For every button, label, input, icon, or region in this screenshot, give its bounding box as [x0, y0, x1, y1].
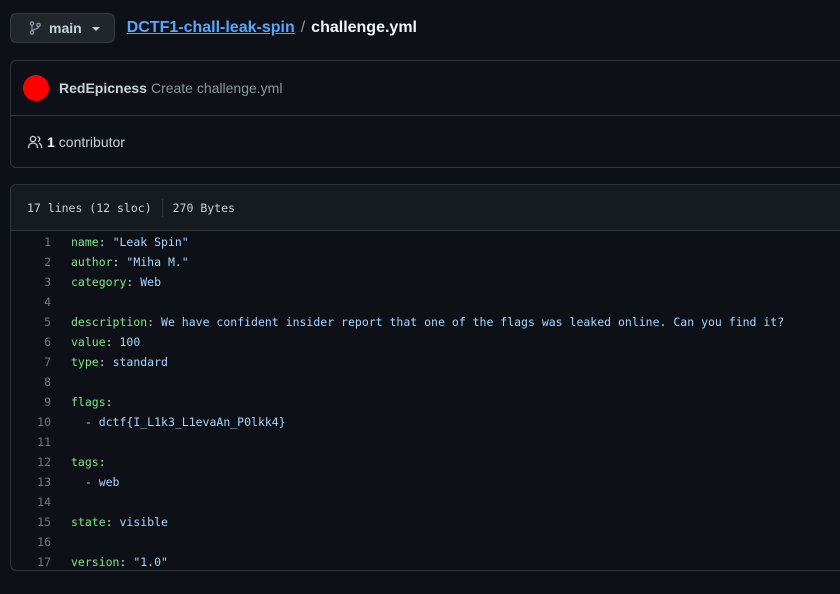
yaml-separator: : — [147, 315, 162, 329]
file-line-count: 17 lines (12 sloc) — [27, 200, 152, 215]
yaml-separator: : — [98, 455, 106, 469]
yaml-value: dctf{I_L1k3_L1evaAn_P0lkk4} — [98, 415, 286, 429]
code-line: 8 — [11, 372, 840, 392]
line-number[interactable]: 10 — [11, 415, 71, 429]
commit-info-box: RedEpicness Create challenge.yml 1 contr… — [10, 60, 840, 168]
line-number[interactable]: 13 — [11, 475, 71, 489]
yaml-key: name — [71, 235, 99, 249]
line-number[interactable]: 16 — [11, 535, 71, 549]
people-icon — [27, 135, 43, 149]
branch-label: main — [49, 20, 82, 36]
code-line: 6 value: 100 — [11, 332, 840, 352]
contributors-row[interactable]: 1 contributor — [11, 116, 840, 168]
code-line: 7 type: standard — [11, 352, 840, 372]
line-number[interactable]: 7 — [11, 355, 71, 369]
line-number[interactable]: 15 — [11, 515, 71, 529]
line-number[interactable]: 6 — [11, 335, 71, 349]
yaml-separator: : — [119, 555, 134, 569]
avatar[interactable] — [23, 75, 49, 101]
yaml-value: web — [98, 475, 120, 489]
yaml-value: Web — [140, 275, 162, 289]
file-viewer: 17 lines (12 sloc) 270 Bytes 1 name: "Lea… — [10, 184, 840, 571]
yaml-key: value — [71, 335, 106, 349]
line-number[interactable]: 4 — [11, 295, 71, 309]
code-listing: 1 name: "Leak Spin" 2 author: "Miha M." 3 cat… — [11, 231, 840, 570]
code-line: 9 flags: — [11, 392, 840, 412]
line-number[interactable]: 2 — [11, 255, 71, 269]
code-line: 16 — [11, 532, 840, 552]
line-number[interactable]: 14 — [11, 495, 71, 509]
yaml-key: category — [71, 275, 127, 289]
yaml-separator: : — [112, 255, 127, 269]
code-line: 10 - dctf{I_L1k3_L1evaAn_P0lkk4} — [11, 412, 840, 432]
commit-message-link[interactable]: Create challenge.yml — [151, 80, 283, 96]
yaml-key: flags — [71, 395, 106, 409]
yaml-separator: - — [71, 415, 99, 429]
line-number[interactable]: 12 — [11, 455, 71, 469]
yaml-value: 100 — [119, 335, 141, 349]
code-line: 15 state: visible — [11, 512, 840, 532]
file-name: challenge.yml — [311, 19, 417, 36]
code-line: 3 category: Web — [11, 272, 840, 292]
branch-select-button[interactable]: main — [10, 13, 115, 43]
code-line: 12 tags: — [11, 452, 840, 472]
git-branch-icon — [29, 21, 41, 35]
yaml-value: We have confident insider report that on… — [161, 315, 785, 329]
code-line: 5 description: We have confident insider … — [11, 312, 840, 332]
code-line: 17 version: "1.0" — [11, 552, 840, 570]
yaml-separator: - — [71, 475, 99, 489]
breadcrumb-separator: / — [300, 19, 306, 36]
repo-link[interactable]: DCTF1-chall-leak-spin — [127, 19, 295, 37]
contributor-count: 1 — [47, 134, 55, 150]
yaml-value: visible — [119, 515, 168, 529]
line-number[interactable]: 3 — [11, 275, 71, 289]
yaml-separator: : — [98, 355, 113, 369]
line-number[interactable]: 1 — [11, 235, 71, 249]
code-line: 2 author: "Miha M." — [11, 252, 840, 272]
line-number[interactable]: 11 — [11, 435, 71, 449]
code-line: 14 — [11, 492, 840, 512]
code-line: 11 — [11, 432, 840, 452]
file-header: 17 lines (12 sloc) 270 Bytes — [11, 185, 840, 231]
yaml-key: description — [71, 315, 148, 329]
latest-commit: RedEpicness Create challenge.yml — [11, 61, 840, 116]
yaml-key: state — [71, 515, 106, 529]
code-line: 4 — [11, 292, 840, 312]
yaml-value: "Miha M." — [126, 255, 189, 269]
line-number[interactable]: 9 — [11, 395, 71, 409]
file-size: 270 Bytes — [172, 200, 235, 215]
code-line: 13 - web — [11, 472, 840, 492]
contributor-label: contributor — [58, 134, 125, 150]
yaml-separator: : — [126, 275, 141, 289]
yaml-value: "1.0" — [133, 555, 168, 569]
yaml-key: author — [71, 255, 113, 269]
code-line: 1 name: "Leak Spin" — [11, 232, 840, 252]
yaml-separator: : — [105, 395, 113, 409]
yaml-value: standard — [112, 355, 168, 369]
line-number[interactable]: 17 — [11, 555, 71, 569]
yaml-separator: : — [105, 335, 120, 349]
yaml-key: tags — [71, 455, 99, 469]
header-divider — [161, 198, 163, 217]
yaml-key: version — [71, 555, 120, 569]
breadcrumb: DCTF1-chall-leak-spin / challenge.yml — [127, 19, 417, 37]
yaml-separator: : — [98, 235, 113, 249]
line-number[interactable]: 5 — [11, 315, 71, 329]
yaml-key: type — [71, 355, 99, 369]
line-number[interactable]: 8 — [11, 375, 71, 389]
yaml-value: "Leak Spin" — [112, 235, 189, 249]
chevron-down-icon — [91, 27, 100, 31]
file-navigation: main DCTF1-chall-leak-spin / challenge.y… — [10, 12, 417, 44]
yaml-separator: : — [105, 515, 120, 529]
commit-author-link[interactable]: RedEpicness — [59, 80, 147, 96]
